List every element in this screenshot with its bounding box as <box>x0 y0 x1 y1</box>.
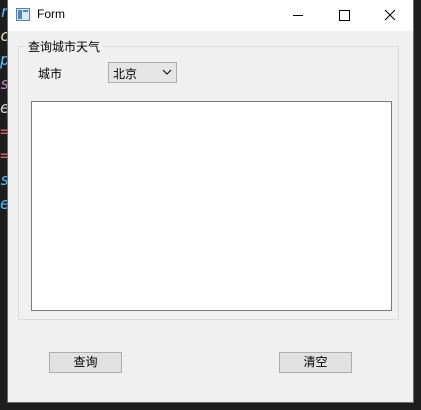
result-text-area[interactable] <box>31 101 392 311</box>
group-title: 查询城市天气 <box>25 38 104 55</box>
chevron-down-icon <box>162 69 172 75</box>
close-icon <box>384 9 396 21</box>
window-title: Form <box>37 7 65 21</box>
city-select[interactable]: 北京 <box>108 62 177 83</box>
close-button[interactable] <box>367 0 413 31</box>
city-label: 城市 <box>38 67 63 81</box>
city-select-value: 北京 <box>113 67 138 81</box>
maximize-icon <box>339 10 350 21</box>
query-button[interactable]: 查询 <box>49 352 122 373</box>
minimize-button[interactable] <box>275 0 321 31</box>
title-bar[interactable]: Form <box>8 0 413 31</box>
clear-button[interactable]: 清空 <box>279 352 352 373</box>
app-icon <box>16 8 30 21</box>
maximize-button[interactable] <box>321 0 367 31</box>
form-window: Form 查询城市天气 城市 北京 查询 清空 <box>8 0 413 402</box>
minimize-icon <box>293 15 303 16</box>
